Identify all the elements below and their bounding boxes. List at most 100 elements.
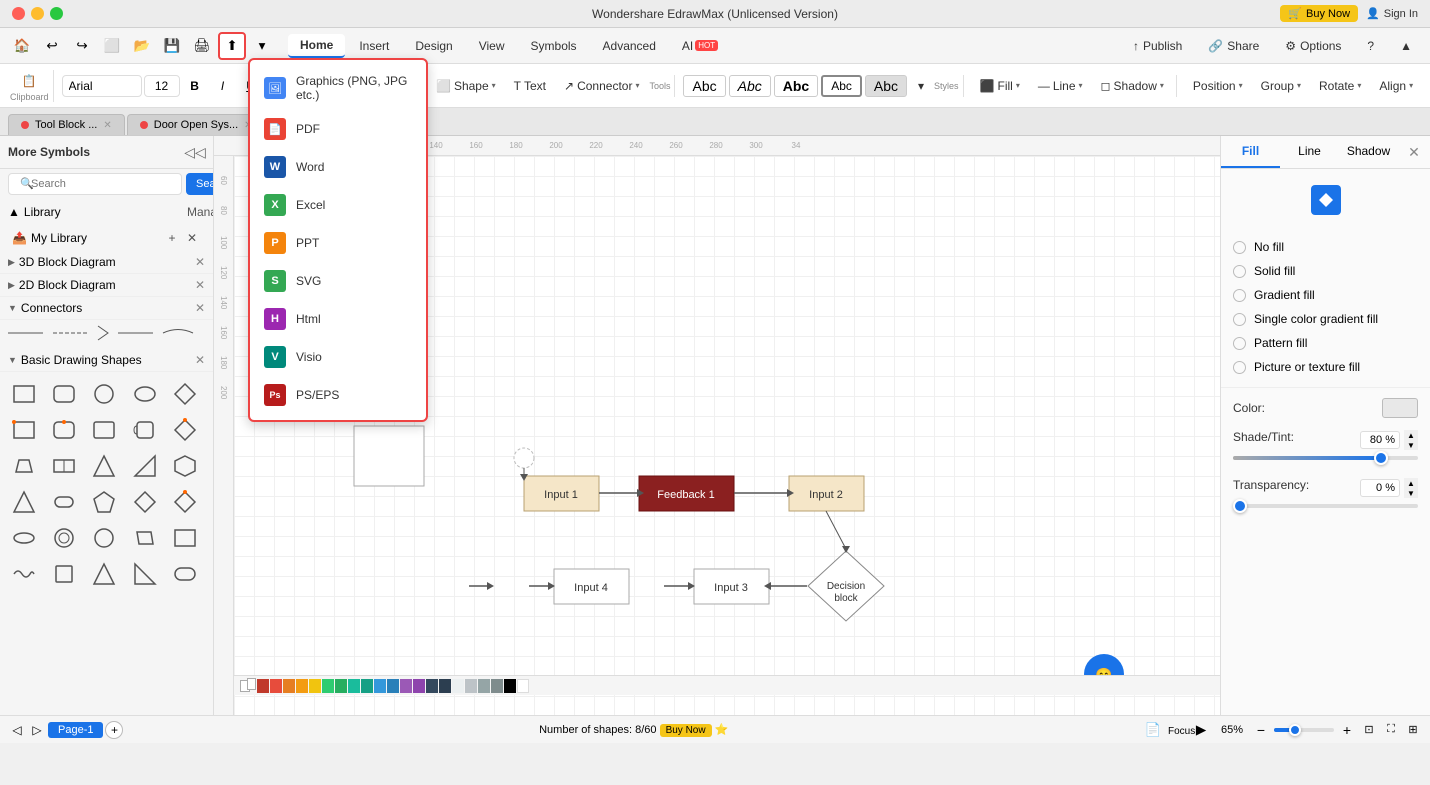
transparency-slider-thumb[interactable]: [1233, 499, 1247, 513]
transparency-up-btn[interactable]: ▲: [1404, 478, 1418, 488]
fill-btn[interactable]: ⬛ Fill ▾: [972, 75, 1028, 97]
undo-btn[interactable]: ↩: [38, 32, 66, 60]
fill-option-single-gradient[interactable]: Single color gradient fill: [1233, 307, 1418, 331]
color-swatch[interactable]: [374, 679, 386, 693]
group-btn[interactable]: Group ▾: [1253, 75, 1309, 97]
export-pseps-item[interactable]: Ps PS/EPS: [250, 376, 426, 414]
shadow-btn[interactable]: ◻ Shadow ▾: [1093, 75, 1172, 97]
color-swatch[interactable]: [335, 679, 347, 693]
shape-rhombus[interactable]: [169, 486, 201, 518]
shape-trapezoid[interactable]: [8, 450, 40, 482]
style-more-btn[interactable]: ▾: [910, 75, 932, 97]
zoom-out-btn[interactable]: −: [1252, 721, 1270, 739]
shade-slider-thumb[interactable]: [1374, 451, 1388, 465]
shape-diamond3[interactable]: [129, 486, 161, 518]
sign-in-button[interactable]: 👤 Sign In: [1366, 7, 1418, 20]
close-window-btn[interactable]: [12, 7, 25, 20]
shade-down-btn[interactable]: ▼: [1404, 440, 1418, 450]
section-2d-block[interactable]: ▶ 2D Block Diagram ✕: [0, 274, 213, 297]
help-btn[interactable]: ?: [1357, 36, 1384, 56]
color-swatch[interactable]: [517, 679, 529, 693]
shade-slider-track[interactable]: [1233, 456, 1418, 460]
buy-now-button[interactable]: 🛒 Buy Now: [1280, 5, 1358, 22]
shapes-scroll[interactable]: [0, 372, 213, 715]
print-btn[interactable]: 🖨: [188, 32, 216, 60]
export-word-item[interactable]: W Word: [250, 148, 426, 186]
shape-scroll[interactable]: [129, 414, 161, 446]
zoom-slider-thumb[interactable]: [1289, 724, 1301, 736]
transparency-input[interactable]: [1360, 479, 1400, 497]
color-swatch[interactable]: [426, 679, 438, 693]
color-swatch[interactable]: [413, 679, 425, 693]
style-sample-5[interactable]: Abc: [865, 75, 907, 97]
shape-circle2[interactable]: [88, 522, 120, 554]
shape-ellipse[interactable]: [8, 522, 40, 554]
add-my-library-btn[interactable]: +: [163, 229, 181, 247]
open-btn[interactable]: 📂: [128, 32, 156, 60]
font-size-input[interactable]: [144, 75, 180, 97]
panel-tab-line[interactable]: Line: [1280, 136, 1339, 168]
options-btn[interactable]: ⚙ Options: [1275, 36, 1351, 56]
close-2d-btn[interactable]: ✕: [195, 278, 205, 292]
fill-option-solid[interactable]: Solid fill: [1233, 259, 1418, 283]
maximize-window-btn[interactable]: [50, 7, 63, 20]
close-3d-btn[interactable]: ✕: [195, 255, 205, 269]
shape-triangle2[interactable]: [8, 486, 40, 518]
shape-tri2[interactable]: [88, 558, 120, 590]
shape-rect2[interactable]: [8, 414, 40, 446]
prev-page-btn[interactable]: ◁: [8, 721, 26, 739]
export-graphics-item[interactable]: 🖼 Graphics (PNG, JPG etc.): [250, 66, 426, 110]
fill-option-pattern[interactable]: Pattern fill: [1233, 331, 1418, 355]
tab-symbols[interactable]: Symbols: [519, 35, 589, 57]
shape-rect-round[interactable]: [48, 378, 80, 410]
panel-close-btn[interactable]: ✕: [1402, 140, 1426, 164]
tab-door-open[interactable]: Door Open Sys... ✕: [127, 114, 266, 135]
color-swatch[interactable]: [465, 679, 477, 693]
zoom-in-btn[interactable]: +: [1338, 721, 1356, 739]
style-sample-1[interactable]: Abc: [683, 75, 725, 97]
tab-design[interactable]: Design: [403, 35, 464, 57]
search-btn[interactable]: Search: [186, 173, 214, 195]
clipboard-btn[interactable]: 📋: [14, 70, 45, 92]
minimize-window-btn[interactable]: [31, 7, 44, 20]
home-icon-btn[interactable]: 🏠: [8, 32, 36, 60]
shape-stadium[interactable]: [169, 558, 201, 590]
style-sample-4[interactable]: Abc: [821, 75, 862, 97]
section-connectors[interactable]: ▼ Connectors ✕: [0, 297, 213, 320]
my-library-row[interactable]: 📤 My Library + ✕: [0, 225, 213, 251]
rotate-btn[interactable]: Rotate ▾: [1311, 75, 1369, 97]
panel-tab-fill[interactable]: Fill: [1221, 136, 1280, 168]
export-visio-item[interactable]: V Visio: [250, 338, 426, 376]
shape-parallelogram[interactable]: [129, 522, 161, 554]
transparency-down-btn[interactable]: ▼: [1404, 488, 1418, 498]
export-ppt-item[interactable]: P PPT: [250, 224, 426, 262]
font-name-input[interactable]: [62, 75, 142, 97]
fit-page-btn[interactable]: ⊡: [1360, 721, 1378, 739]
shape-hexagon[interactable]: [169, 450, 201, 482]
zoom-slider-track[interactable]: [1274, 728, 1334, 732]
panel-tab-shadow[interactable]: Shadow: [1339, 136, 1398, 168]
layers-btn[interactable]: 📄: [1144, 721, 1162, 739]
tab-advanced[interactable]: Advanced: [591, 35, 668, 57]
shape-btn[interactable]: ⬜ Shape ▾: [428, 75, 504, 97]
shape-rtriangle[interactable]: [129, 450, 161, 482]
tab-close-1[interactable]: ✕: [103, 120, 111, 131]
publish-btn[interactable]: ↑ Publish: [1123, 36, 1192, 56]
shape-donut[interactable]: [48, 522, 80, 554]
shape-rounded-rect[interactable]: [48, 486, 80, 518]
section-basic-shapes[interactable]: ▼ Basic Drawing Shapes ✕: [0, 349, 213, 372]
color-swatch[interactable]: [491, 679, 503, 693]
text-btn[interactable]: T Text: [506, 75, 554, 97]
sidebar-collapse-btn[interactable]: ◁◁: [185, 142, 205, 162]
color-swatch[interactable]: [257, 679, 269, 693]
share-btn[interactable]: 🔗 Share: [1198, 36, 1269, 56]
color-swatch[interactable]: [361, 679, 373, 693]
shape-rtri2[interactable]: [129, 558, 161, 590]
save-btn[interactable]: 💾: [158, 32, 186, 60]
section-3d-block[interactable]: ▶ 3D Block Diagram ✕: [0, 251, 213, 274]
shape-rect4[interactable]: [48, 450, 80, 482]
collapse-btn[interactable]: ▲: [1390, 36, 1422, 56]
color-swatch[interactable]: [270, 679, 282, 693]
color-swatch[interactable]: [322, 679, 334, 693]
export-excel-item[interactable]: X Excel: [250, 186, 426, 224]
